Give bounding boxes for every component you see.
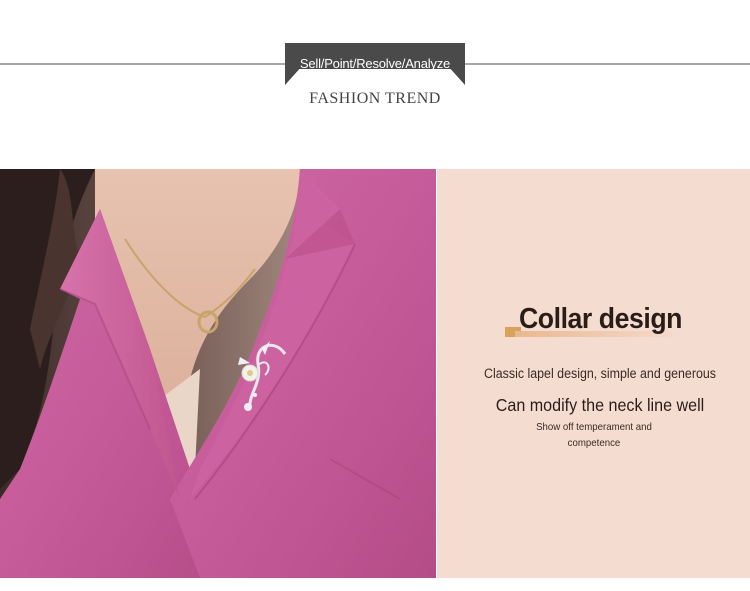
model-photo-illustration <box>0 169 436 578</box>
feature-line-3: Show off temperament and competence <box>536 421 652 449</box>
model-photo <box>0 169 436 578</box>
feature-title-block: Collar design <box>505 301 685 341</box>
feature-panel: Collar design Classic lapel design, simp… <box>437 169 750 578</box>
header-tab-label: Sell/Point/Resolve/Analyze <box>299 56 451 71</box>
section-subtitle: FASHION TREND <box>309 90 441 107</box>
feature-line-2: Can modify the neck line well <box>495 395 705 415</box>
feature-title: Collar design <box>519 303 683 335</box>
feature-line-1: Classic lapel design, simple and generou… <box>484 366 716 381</box>
